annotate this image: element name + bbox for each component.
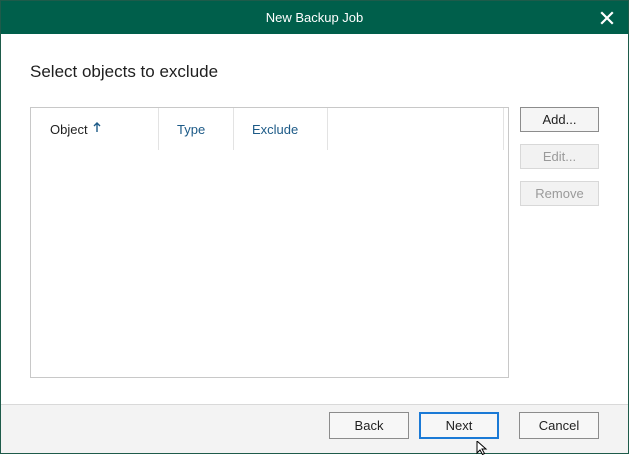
page-heading: Select objects to exclude — [30, 62, 219, 81]
edit-button: Edit... — [520, 144, 599, 169]
column-divider[interactable] — [327, 108, 328, 150]
column-header-exclude[interactable]: Exclude — [252, 108, 298, 152]
back-button[interactable]: Back — [329, 412, 409, 439]
exclusions-table: Object Type Exclude — [30, 107, 509, 378]
remove-button: Remove — [520, 181, 599, 206]
table-header: Object Type Exclude — [31, 108, 508, 152]
sort-ascending-icon — [93, 107, 101, 151]
close-button[interactable] — [594, 5, 620, 31]
column-header-type[interactable]: Type — [177, 108, 205, 152]
dialog-title: New Backup Job — [265, 10, 364, 25]
next-button[interactable]: Next — [419, 412, 499, 439]
new-backup-job-dialog: New Backup Job Select objects to exclude… — [0, 0, 629, 455]
close-icon — [600, 11, 614, 25]
title-bar: New Backup Job — [1, 1, 628, 34]
column-header-label: Object — [50, 122, 88, 137]
column-divider[interactable] — [503, 108, 504, 150]
cancel-button[interactable]: Cancel — [519, 412, 599, 439]
column-divider[interactable] — [158, 108, 159, 150]
add-button[interactable]: Add... — [520, 107, 599, 132]
column-header-object[interactable]: Object — [50, 108, 101, 152]
column-divider[interactable] — [233, 108, 234, 150]
